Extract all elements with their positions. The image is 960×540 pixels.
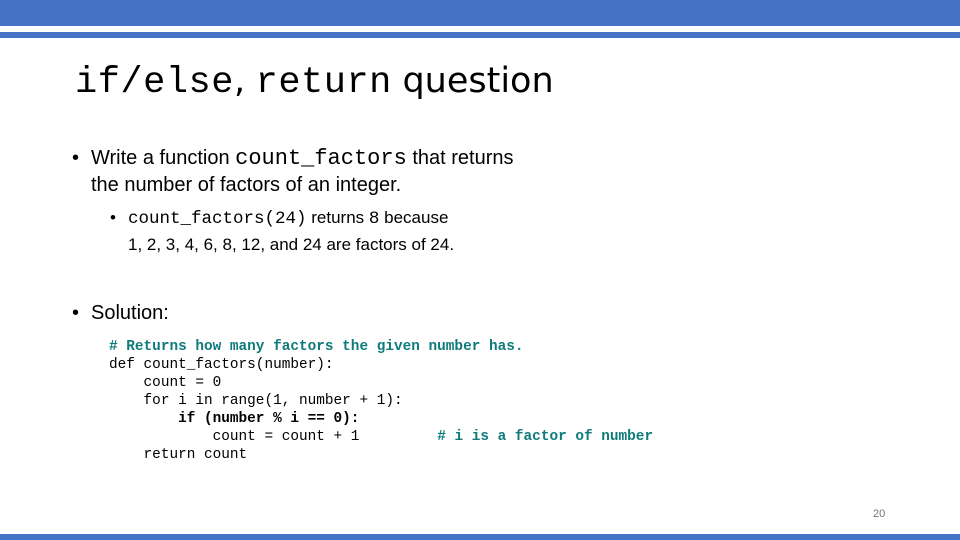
footer-accent-bar xyxy=(0,534,960,540)
text: Write a function xyxy=(91,147,236,169)
text: returns xyxy=(306,208,369,227)
slide-title: if/else, return question xyxy=(75,58,554,105)
bullet-icon: • xyxy=(110,208,116,227)
bullet-example-line-1: count_factors(24) returns 8 because xyxy=(128,205,454,232)
code-line-for: for i in range(1, number + 1): xyxy=(109,393,403,409)
header-accent-line xyxy=(0,32,960,38)
code-line-comment: # Returns how many factors the given num… xyxy=(109,339,524,355)
page-number: 20 xyxy=(873,508,886,520)
bullet-solution-label: Solution: xyxy=(91,302,169,324)
title-comma: , xyxy=(233,61,246,101)
bullet-task-line-2: the number of factors of an integer. xyxy=(91,174,402,196)
code-inline-comment: # i is a factor of number xyxy=(437,429,654,445)
bullet-icon: • xyxy=(72,147,80,169)
bullet-example-line-2: 1, 2, 3, 4, 6, 8, 12, and 24 are factors… xyxy=(128,235,455,254)
bullet-icon: • xyxy=(72,302,80,324)
text: because xyxy=(379,208,449,227)
title-text: question xyxy=(402,61,554,101)
bullet-example-text: count_factors(24) returns 8 because 1, 2… xyxy=(128,205,454,258)
code-line-increment: count = count + 1 # i is a factor of num… xyxy=(109,428,653,446)
inline-code-value: 8 xyxy=(368,209,380,229)
title-code-if-else: if/else xyxy=(75,62,234,104)
inline-code: count_factors(24) xyxy=(128,209,307,229)
code-block: # Returns how many factors the given num… xyxy=(109,338,653,464)
bullet-task-line-1: Write a function count_factors that retu… xyxy=(91,145,514,172)
code-spacer xyxy=(359,429,437,445)
title-code-return: return xyxy=(255,62,392,104)
code-line-def: def count_factors(number): xyxy=(109,357,334,373)
bullet-task-text: Write a function count_factors that retu… xyxy=(91,145,514,198)
inline-code: count_factors xyxy=(235,146,407,171)
code-line-if: if (number % i == 0): xyxy=(109,411,360,427)
header-accent-bar xyxy=(0,0,960,26)
code-increment-statement: count = count + 1 xyxy=(109,429,360,445)
code-line-init: count = 0 xyxy=(109,375,222,391)
text: that returns xyxy=(406,147,514,169)
code-line-return: return count xyxy=(109,447,248,463)
